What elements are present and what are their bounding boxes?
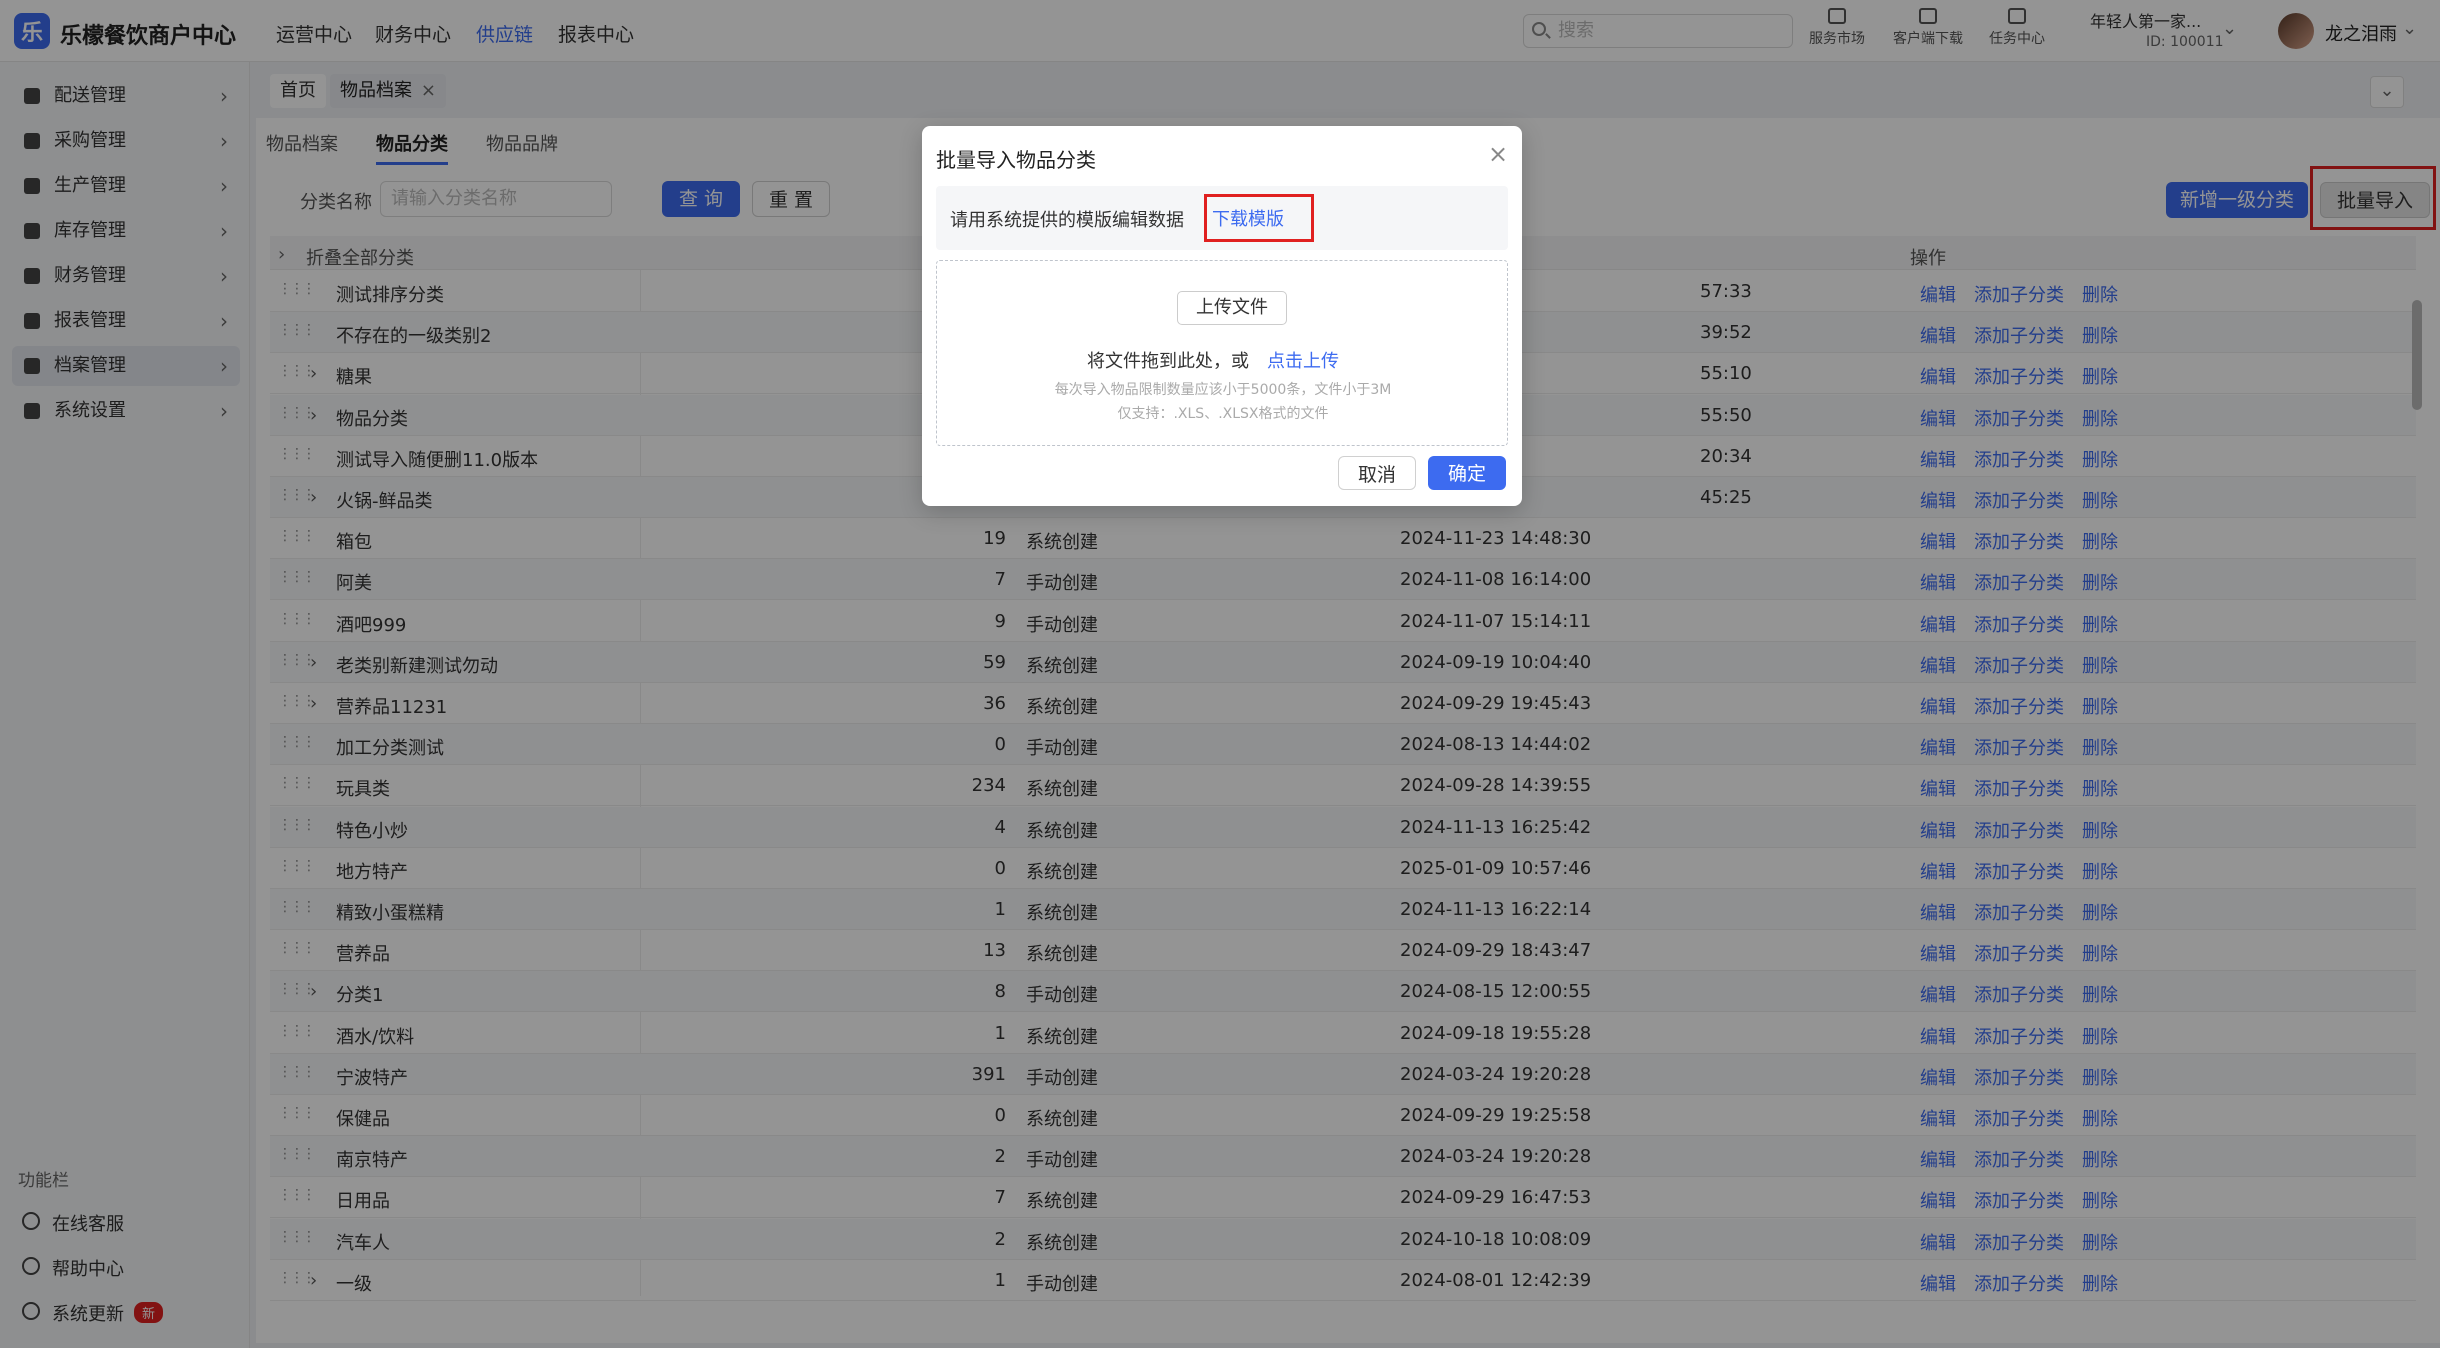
- file-drop-zone[interactable]: 上传文件 将文件拖到此处，或 点击上传 每次导入物品限制数量应该小于5000条，…: [936, 260, 1508, 446]
- close-icon[interactable]: ×: [1488, 140, 1508, 168]
- format-note: 仅支持：.XLS、.XLSX格式的文件: [1117, 406, 1329, 422]
- confirm-button[interactable]: 确定: [1428, 456, 1506, 490]
- upload-file-button[interactable]: 上传文件: [1177, 291, 1287, 325]
- limit-note: 每次导入物品限制数量应该小于5000条，文件小于3M: [1054, 382, 1392, 398]
- tip-box: 请用系统提供的模版编辑数据 下载模版: [936, 186, 1508, 250]
- batch-import-dialog: 批量导入物品分类 × 请用系统提供的模版编辑数据 下载模版 上传文件 将文件拖到…: [922, 126, 1522, 506]
- dialog-title: 批量导入物品分类: [936, 148, 1096, 172]
- drop-hint: 将文件拖到此处，或: [1087, 351, 1249, 372]
- tip-text: 请用系统提供的模版编辑数据: [950, 210, 1184, 231]
- cancel-button[interactable]: 取消: [1338, 456, 1416, 490]
- highlight-box: [1204, 194, 1314, 242]
- click-upload-link[interactable]: 点击上传: [1267, 347, 1339, 373]
